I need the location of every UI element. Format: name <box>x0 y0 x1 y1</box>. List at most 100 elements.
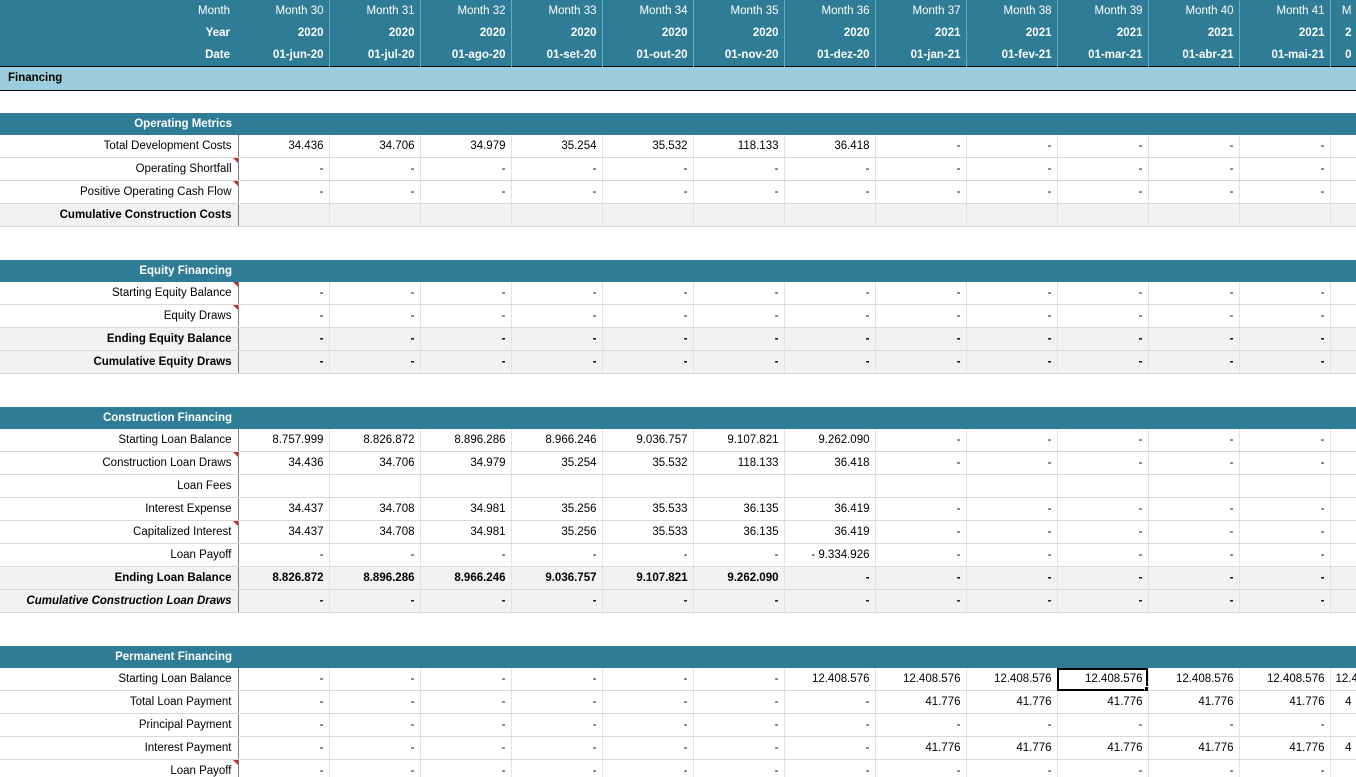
cell-eq-equity-draws-c1[interactable]: - <box>329 304 421 328</box>
column-header-date-11[interactable]: 01-mai-21 <box>1239 44 1331 67</box>
cell-pf-total-loan-payment-c0[interactable]: - <box>238 690 330 714</box>
column-header-date-4[interactable]: 01-out-20 <box>602 44 694 67</box>
column-header-year-10[interactable]: 2021 <box>1148 22 1240 44</box>
cell-cumulative-construction-costs-c2[interactable] <box>420 203 512 227</box>
cell-pf-total-loan-payment-c2[interactable]: - <box>420 690 512 714</box>
column-header-year-3[interactable]: 2020 <box>511 22 603 44</box>
cell-perm-starting-loan-balance-c12[interactable]: 12.40 <box>1330 668 1356 691</box>
cell-pf-total-loan-payment-c12[interactable]: 4 <box>1330 690 1356 714</box>
cell-cf-loan-fees-c12[interactable] <box>1330 474 1356 498</box>
cell-eq-starting-equity-balance-c7[interactable]: - <box>875 282 967 305</box>
cell-eq-cumulative-equity-draws-c9[interactable]: - <box>1057 350 1149 374</box>
cell-total-development-costs-c11[interactable]: - <box>1239 135 1331 158</box>
cell-cf-loan-payoff-c3[interactable]: - <box>511 543 603 567</box>
column-header-month-5[interactable]: Month 35 <box>693 0 785 22</box>
column-header-month-3[interactable]: Month 33 <box>511 0 603 22</box>
cell-pf-interest-payment-c0[interactable]: - <box>238 736 330 760</box>
cell-operating-shortfall-c0[interactable]: - <box>238 157 330 181</box>
cell-cf-loan-payoff-c0[interactable]: - <box>238 543 330 567</box>
cell-cf-loan-fees-c0[interactable] <box>238 474 330 498</box>
cell-cf-capitalized-interest-c6[interactable]: 36.419 <box>784 520 876 544</box>
cell-positive-operating-cash-flow-c11[interactable]: - <box>1239 180 1331 204</box>
cell-cf-capitalized-interest-c2[interactable]: 34.981 <box>420 520 512 544</box>
column-header-month-10[interactable]: Month 40 <box>1148 0 1240 22</box>
cell-cf-starting-loan-balance-c4[interactable]: 9.036.757 <box>602 429 694 452</box>
cell-cf-interest-expense-c9[interactable]: - <box>1057 497 1149 521</box>
cell-eq-equity-draws-c6[interactable]: - <box>784 304 876 328</box>
cell-perm-starting-loan-balance-c4[interactable]: - <box>602 668 694 691</box>
cell-pf-total-loan-payment-c4[interactable]: - <box>602 690 694 714</box>
cell-eq-starting-equity-balance-c3[interactable]: - <box>511 282 603 305</box>
cell-eq-cumulative-equity-draws-c3[interactable]: - <box>511 350 603 374</box>
cell-pf-loan-payoff-c0[interactable]: - <box>238 759 330 777</box>
cell-cf-loan-fees-c1[interactable] <box>329 474 421 498</box>
column-header-year-2[interactable]: 2020 <box>420 22 512 44</box>
cell-eq-ending-equity-balance-c12[interactable] <box>1330 327 1356 351</box>
cell-cf-ending-loan-balance-c2[interactable]: 8.966.246 <box>420 566 512 590</box>
column-header-month-6[interactable]: Month 36 <box>784 0 876 22</box>
cell-cf-capitalized-interest-c3[interactable]: 35.256 <box>511 520 603 544</box>
cell-pf-interest-payment-c3[interactable]: - <box>511 736 603 760</box>
cell-positive-operating-cash-flow-c4[interactable]: - <box>602 180 694 204</box>
cell-total-development-costs-c6[interactable]: 36.418 <box>784 135 876 158</box>
cell-cumulative-construction-costs-c10[interactable] <box>1148 203 1240 227</box>
cell-cumulative-construction-costs-c0[interactable] <box>238 203 330 227</box>
cell-operating-shortfall-c7[interactable]: - <box>875 157 967 181</box>
cell-cf-loan-payoff-c2[interactable]: - <box>420 543 512 567</box>
cell-cf-cumulative-construction-loan-draws-c11[interactable]: - <box>1239 589 1331 613</box>
cell-total-development-costs-c2[interactable]: 34.979 <box>420 135 512 158</box>
cell-cf-capitalized-interest-c5[interactable]: 36.135 <box>693 520 785 544</box>
cell-total-development-costs-c12[interactable] <box>1330 135 1356 158</box>
cell-positive-operating-cash-flow-c3[interactable]: - <box>511 180 603 204</box>
cell-cf-interest-expense-c5[interactable]: 36.135 <box>693 497 785 521</box>
cell-pf-loan-payoff-c3[interactable]: - <box>511 759 603 777</box>
column-header-year-7[interactable]: 2021 <box>875 22 967 44</box>
cell-pf-total-loan-payment-c10[interactable]: 41.776 <box>1148 690 1240 714</box>
cell-pf-principal-payment-c10[interactable]: - <box>1148 713 1240 737</box>
cell-perm-starting-loan-balance-c2[interactable]: - <box>420 668 512 691</box>
cell-pf-loan-payoff-c7[interactable]: - <box>875 759 967 777</box>
cell-cf-loan-fees-c9[interactable] <box>1057 474 1149 498</box>
cell-cumulative-construction-costs-c4[interactable] <box>602 203 694 227</box>
cell-cf-cumulative-construction-loan-draws-c0[interactable]: - <box>238 589 330 613</box>
cell-pf-interest-payment-c12[interactable]: 4 <box>1330 736 1356 760</box>
cell-cf-capitalized-interest-c7[interactable]: - <box>875 520 967 544</box>
cell-cf-ending-loan-balance-c7[interactable]: - <box>875 566 967 590</box>
cell-positive-operating-cash-flow-c8[interactable]: - <box>966 180 1058 204</box>
cell-eq-starting-equity-balance-c4[interactable]: - <box>602 282 694 305</box>
cell-operating-shortfall-c4[interactable]: - <box>602 157 694 181</box>
cell-pf-loan-payoff-c12[interactable] <box>1330 759 1356 777</box>
cell-cf-capitalized-interest-c1[interactable]: 34.708 <box>329 520 421 544</box>
cell-eq-equity-draws-c0[interactable]: - <box>238 304 330 328</box>
cell-eq-cumulative-equity-draws-c5[interactable]: - <box>693 350 785 374</box>
cell-eq-starting-equity-balance-c11[interactable]: - <box>1239 282 1331 305</box>
cell-cf-ending-loan-balance-c0[interactable]: 8.826.872 <box>238 566 330 590</box>
cell-operating-shortfall-c8[interactable]: - <box>966 157 1058 181</box>
cell-cf-ending-loan-balance-c5[interactable]: 9.262.090 <box>693 566 785 590</box>
cell-eq-equity-draws-c10[interactable]: - <box>1148 304 1240 328</box>
cell-cf-loan-fees-c2[interactable] <box>420 474 512 498</box>
column-header-month-8[interactable]: Month 38 <box>966 0 1058 22</box>
cell-cf-interest-expense-c7[interactable]: - <box>875 497 967 521</box>
cell-eq-starting-equity-balance-c6[interactable]: - <box>784 282 876 305</box>
cell-perm-starting-loan-balance-c0[interactable]: - <box>238 668 330 691</box>
cell-eq-ending-equity-balance-c11[interactable]: - <box>1239 327 1331 351</box>
cell-pf-loan-payoff-c5[interactable]: - <box>693 759 785 777</box>
cell-pf-loan-payoff-c10[interactable]: - <box>1148 759 1240 777</box>
cell-cf-interest-expense-c12[interactable] <box>1330 497 1356 521</box>
cell-eq-ending-equity-balance-c4[interactable]: - <box>602 327 694 351</box>
column-header-year-11[interactable]: 2021 <box>1239 22 1331 44</box>
cell-pf-interest-payment-c10[interactable]: 41.776 <box>1148 736 1240 760</box>
column-header-year-0[interactable]: 2020 <box>238 22 330 44</box>
cell-pf-total-loan-payment-c8[interactable]: 41.776 <box>966 690 1058 714</box>
cell-perm-starting-loan-balance-c6[interactable]: 12.408.576 <box>784 668 876 691</box>
cell-eq-ending-equity-balance-c5[interactable]: - <box>693 327 785 351</box>
cell-pf-total-loan-payment-c3[interactable]: - <box>511 690 603 714</box>
cell-pf-interest-payment-c6[interactable]: - <box>784 736 876 760</box>
cell-cf-ending-loan-balance-c10[interactable]: - <box>1148 566 1240 590</box>
cell-cf-construction-loan-draws-c2[interactable]: 34.979 <box>420 451 512 475</box>
cell-pf-interest-payment-c11[interactable]: 41.776 <box>1239 736 1331 760</box>
cell-cf-interest-expense-c0[interactable]: 34.437 <box>238 497 330 521</box>
cell-cf-construction-loan-draws-c10[interactable]: - <box>1148 451 1240 475</box>
cell-cf-ending-loan-balance-c12[interactable] <box>1330 566 1356 590</box>
